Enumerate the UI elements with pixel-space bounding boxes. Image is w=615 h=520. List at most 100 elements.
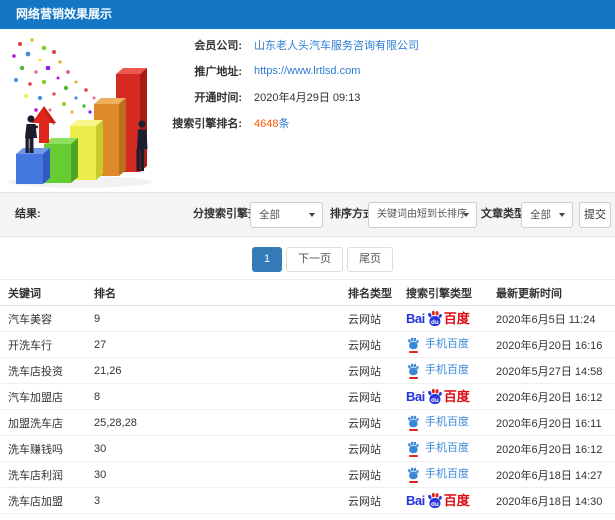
header-updated: 最新更新时间: [490, 279, 615, 306]
bar-blue: [16, 148, 50, 184]
table-row: 加盟洗车店 25,28,28 云网站 手机百度 2020年6月20日 16:11: [0, 409, 615, 436]
baidu-mobile-paw-icon: [406, 363, 420, 379]
rank-type-cell: 云网站: [342, 461, 400, 488]
company-row: 会员公司: 山东老人头汽车服务咨询有限公司: [170, 32, 600, 58]
baidu-logo-bai-text: Bai: [406, 389, 425, 404]
table-row: 洗车店投资 21,26 云网站 手机百度 2020年5月27日 14:58: [0, 357, 615, 384]
open-time-row: 开通时间: 2020年4月29日 09:13: [170, 84, 600, 110]
bar-chart-illustration: [2, 32, 170, 190]
keyword-cell: 洗车店利润: [0, 461, 88, 488]
table-row: 汽车美容 9 云网站 Bai du 百度 2020年6月5日 11:24: [0, 305, 615, 332]
baidu-logo-bai-text: Bai: [406, 493, 425, 508]
engine-type-cell: 手机百度: [400, 461, 490, 488]
keyword-cell: 洗车赚钱吗: [0, 435, 88, 462]
baidu-mobile-label: 手机百度: [425, 364, 469, 376]
rank-type-cell: 云网站: [342, 357, 400, 384]
company-link[interactable]: 山东老人头汽车服务咨询有限公司: [254, 37, 419, 53]
marketing-report-page: 网络营销效果展示 会员公司: 山东老人头汽车服务咨询有限公司 推广地址: htt…: [0, 0, 615, 520]
keyword-cell: 汽车美容: [0, 305, 88, 332]
baidu-mobile-paw-icon: [406, 441, 420, 457]
header-keyword: 关键词: [0, 279, 88, 306]
rank-cell[interactable]: 8: [88, 383, 342, 410]
table-row: 洗车店利润 30 云网站 手机百度 2020年6月18日 14:27: [0, 461, 615, 488]
baidu-mobile-paw-icon: [406, 337, 420, 353]
baidu-mobile-logo: 手机百度: [406, 467, 469, 483]
rank-cell[interactable]: 30: [88, 461, 342, 488]
baidu-mobile-label: 手机百度: [425, 338, 469, 350]
updated-time-cell: 2020年6月18日 14:27: [490, 461, 615, 488]
rank-count: 4648: [254, 118, 279, 130]
header-rank-type: 排名类型: [342, 279, 400, 306]
engine-rank-row: 搜索引擎排名: 4648条: [170, 110, 600, 136]
article-type-select[interactable]: 全部: [521, 202, 573, 228]
svg-text:du: du: [431, 319, 439, 326]
engine-filter-selected-value: 全部: [259, 209, 280, 221]
rank-type-cell: 云网站: [342, 487, 400, 514]
updated-time-cell: 2020年5月27日 14:58: [490, 357, 615, 384]
baidu-mobile-logo: 手机百度: [406, 441, 469, 457]
rank-cell[interactable]: 21,26: [88, 357, 342, 384]
baidu-paw-icon: du: [427, 492, 442, 508]
filter-bar: 结果: 分搜索引擎查看 全部 排序方式 关键词由短到长排序 文章类型 全部 提交: [0, 192, 615, 237]
last-page-button[interactable]: 尾页: [347, 247, 394, 272]
engine-type-cell: Bai du 百度: [400, 305, 490, 332]
rank-cell[interactable]: 9: [88, 305, 342, 332]
engine-type-cell: 手机百度: [400, 409, 490, 436]
chevron-down-icon: [309, 213, 315, 217]
next-page-button[interactable]: 下一页: [286, 247, 344, 272]
rank-type-cell: 云网站: [342, 383, 400, 410]
engine-type-cell: 手机百度: [400, 435, 490, 462]
baidu-paw-icon: du: [427, 388, 442, 404]
baidu-mobile-logo: 手机百度: [406, 337, 469, 353]
baidu-mobile-logo: 手机百度: [406, 415, 469, 431]
baidu-mobile-paw-icon: [406, 467, 420, 483]
company-label: 会员公司:: [194, 40, 242, 52]
engine-rank-value: 4648条: [254, 115, 289, 131]
table-header: 关键词 排名 排名类型 搜索引擎类型 最新更新时间: [0, 279, 615, 306]
engine-type-cell: Bai du 百度: [400, 487, 490, 514]
rank-cell[interactable]: 25,28,28: [88, 409, 342, 436]
pagination: 1 下一页 尾页: [0, 247, 615, 272]
account-info: 会员公司: 山东老人头汽车服务咨询有限公司 推广地址: https://www.…: [170, 32, 600, 136]
rank-type-cell: 云网站: [342, 331, 400, 358]
rank-type-cell: 云网站: [342, 305, 400, 332]
table-row: 洗车店加盟 3 云网站 Bai du 百度 2020年6月18日 14:30: [0, 487, 615, 514]
engine-filter-select[interactable]: 全部: [250, 202, 323, 228]
table-row: 洗车赚钱吗 30 云网站 手机百度 2020年6月20日 16:12: [0, 435, 615, 462]
sort-selected-value: 关键词由短到长排序: [377, 209, 467, 220]
keyword-ranking-table: 关键词 排名 排名类型 搜索引擎类型 最新更新时间 汽车美容 9 云网站 Bai…: [0, 279, 615, 514]
baidu-logo-bai-text: Bai: [406, 311, 425, 326]
updated-time-cell: 2020年6月20日 16:16: [490, 331, 615, 358]
submit-button[interactable]: 提交: [579, 202, 611, 228]
baidu-logo: Bai du 百度: [406, 310, 470, 327]
rank-cell[interactable]: 30: [88, 435, 342, 462]
page-title: 网络营销效果展示: [16, 7, 113, 21]
article-type-selected-value: 全部: [530, 209, 551, 221]
rank-type-cell: 云网站: [342, 435, 400, 462]
updated-time-cell: 2020年6月20日 16:12: [490, 435, 615, 462]
promotion-url-label: 推广地址:: [194, 66, 242, 78]
sort-select[interactable]: 关键词由短到长排序: [368, 202, 477, 228]
article-type-label: 文章类型: [481, 208, 525, 220]
keyword-cell: 开洗车行: [0, 331, 88, 358]
open-time-label: 开通时间:: [194, 92, 242, 104]
baidu-mobile-label: 手机百度: [425, 442, 469, 454]
keyword-cell: 洗车店加盟: [0, 487, 88, 514]
page-1-button[interactable]: 1: [251, 247, 283, 272]
baidu-logo-cn-text: 百度: [443, 493, 470, 508]
baidu-logo-cn-text: 百度: [443, 311, 470, 326]
updated-time-cell: 2020年6月20日 16:11: [490, 409, 615, 436]
rank-type-cell: 云网站: [342, 409, 400, 436]
rank-cell[interactable]: 3: [88, 487, 342, 514]
table-row: 开洗车行 27 云网站 手机百度 2020年6月20日 16:16: [0, 331, 615, 358]
rank-cell[interactable]: 27: [88, 331, 342, 358]
chevron-down-icon: [463, 213, 469, 217]
bar-chart-illustration-svg: [8, 38, 152, 188]
updated-time-cell: 2020年6月20日 16:12: [490, 383, 615, 410]
svg-text:du: du: [431, 397, 439, 404]
keyword-cell: 汽车加盟店: [0, 383, 88, 410]
promotion-url-row: 推广地址: https://www.lrtlsd.com: [170, 58, 600, 84]
rank-unit: 条: [278, 118, 290, 130]
updated-time-cell: 2020年6月18日 14:30: [490, 487, 615, 514]
promotion-url-link[interactable]: https://www.lrtlsd.com: [254, 65, 360, 77]
